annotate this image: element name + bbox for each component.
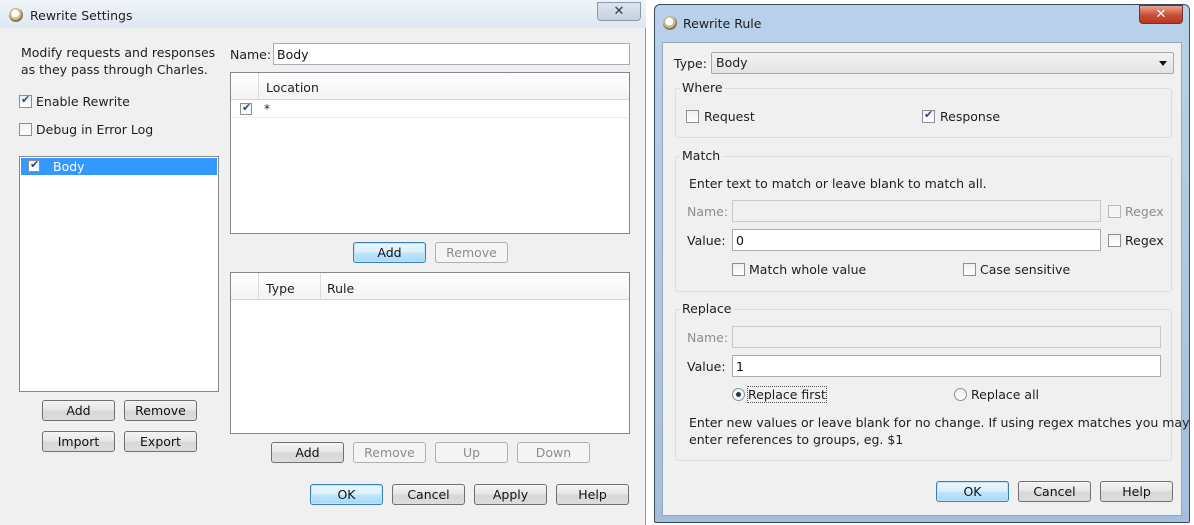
table-row[interactable]: * xyxy=(231,101,629,118)
replace-all-radio[interactable] xyxy=(954,388,967,401)
match-name-label: Name: xyxy=(687,204,729,219)
match-name-regex-label[interactable]: Regex xyxy=(1125,204,1164,219)
description-line-2: as they pass through Charles. xyxy=(21,62,208,77)
remove-location-button[interactable]: Remove xyxy=(435,242,508,263)
set-name: Body xyxy=(53,159,85,174)
add-set-button[interactable]: Add xyxy=(42,400,115,421)
match-value-label: Value: xyxy=(687,233,726,248)
close-icon[interactable]: ✕ xyxy=(1139,5,1183,24)
locations-table[interactable]: Location * xyxy=(230,72,630,234)
remove-rule-button[interactable]: Remove xyxy=(353,442,426,463)
case-sensitive-checkbox[interactable] xyxy=(963,263,976,276)
location-column-header[interactable]: Location xyxy=(266,80,319,95)
remove-set-button[interactable]: Remove xyxy=(124,400,197,421)
rules-header: Type Rule xyxy=(231,273,629,300)
match-name-field[interactable] xyxy=(732,200,1101,222)
type-selected-value: Body xyxy=(716,55,748,70)
location-enabled-checkbox[interactable] xyxy=(240,101,252,115)
cancel-button[interactable]: Cancel xyxy=(392,484,465,505)
replace-value-label: Value: xyxy=(687,359,726,374)
match-name-regex-checkbox[interactable] xyxy=(1108,205,1121,218)
description-line-1: Modify requests and responses xyxy=(21,45,216,60)
cancel-button[interactable]: Cancel xyxy=(1018,481,1091,502)
enable-rewrite-label[interactable]: Enable Rewrite xyxy=(36,94,130,109)
match-value-field[interactable] xyxy=(732,229,1101,251)
enable-rewrite-checkbox[interactable] xyxy=(19,93,32,108)
replace-first-label[interactable]: Replace first xyxy=(747,386,827,403)
rule-column-header[interactable]: Rule xyxy=(327,281,354,296)
replace-hint-line-1: Enter new values or leave blank for no c… xyxy=(689,415,1190,430)
replace-name-field[interactable] xyxy=(732,326,1161,348)
match-hint: Enter text to match or leave blank to ma… xyxy=(689,176,987,191)
move-down-button[interactable]: Down xyxy=(517,442,590,463)
match-value-regex-checkbox[interactable] xyxy=(1108,234,1121,247)
move-up-button[interactable]: Up xyxy=(435,442,508,463)
help-button[interactable]: Help xyxy=(556,484,629,505)
debug-log-label[interactable]: Debug in Error Log xyxy=(36,122,153,137)
close-icon[interactable]: ✕ xyxy=(597,2,641,21)
type-column-header[interactable]: Type xyxy=(266,281,295,296)
rewrite-settings-titlebar: Rewrite Settings ✕ xyxy=(0,0,646,28)
chevron-down-icon xyxy=(1159,61,1167,66)
replace-all-label[interactable]: Replace all xyxy=(971,387,1039,402)
list-item[interactable]: Body xyxy=(21,158,217,175)
set-name-field[interactable] xyxy=(273,43,630,65)
response-checkbox[interactable] xyxy=(922,108,935,123)
set-enabled-checkbox[interactable] xyxy=(28,158,40,172)
add-rule-button[interactable]: Add xyxy=(271,442,344,463)
case-sensitive-label[interactable]: Case sensitive xyxy=(980,262,1070,277)
rules-table[interactable]: Type Rule xyxy=(230,272,630,434)
name-label: Name: xyxy=(230,47,272,62)
replace-value-field[interactable] xyxy=(732,355,1161,377)
type-select[interactable]: Body xyxy=(711,52,1174,74)
ok-button[interactable]: OK xyxy=(936,481,1009,502)
replace-hint-line-2: enter references to groups, eg. $1 xyxy=(689,432,904,447)
replace-first-radio[interactable] xyxy=(732,388,745,401)
match-value-regex-label[interactable]: Regex xyxy=(1125,233,1164,248)
response-label[interactable]: Response xyxy=(940,109,1000,124)
locations-header: Location xyxy=(231,73,629,100)
type-label: Type: xyxy=(674,56,707,71)
charles-app-icon xyxy=(663,16,677,30)
ok-button[interactable]: OK xyxy=(310,484,383,505)
export-button[interactable]: Export xyxy=(124,431,197,452)
replace-name-label: Name: xyxy=(687,330,729,345)
match-title: Match xyxy=(680,148,723,163)
charles-app-icon xyxy=(9,8,23,22)
window-title: Rewrite Settings xyxy=(30,8,133,23)
help-button[interactable]: Help xyxy=(1100,481,1173,502)
match-whole-value-label[interactable]: Match whole value xyxy=(749,262,866,277)
apply-button[interactable]: Apply xyxy=(474,484,547,505)
match-whole-value-checkbox[interactable] xyxy=(732,263,745,276)
where-title: Where xyxy=(680,80,725,95)
add-location-button[interactable]: Add xyxy=(353,242,426,263)
location-value: * xyxy=(264,102,270,116)
rewrite-rule-body: Type: Body Where Request Response Match … xyxy=(662,42,1189,516)
window-title: Rewrite Rule xyxy=(683,16,762,31)
request-label[interactable]: Request xyxy=(704,109,755,124)
rewrite-settings-window: Rewrite Settings ✕ Modify requests and r… xyxy=(0,0,646,525)
debug-log-checkbox[interactable] xyxy=(19,123,32,136)
rewrite-sets-list[interactable]: Body xyxy=(19,156,219,392)
request-checkbox[interactable] xyxy=(686,110,699,123)
rewrite-rule-window: Rewrite Rule ✕ Type: Body Where Request … xyxy=(654,4,1190,523)
import-button[interactable]: Import xyxy=(42,431,115,452)
replace-title: Replace xyxy=(680,301,734,316)
